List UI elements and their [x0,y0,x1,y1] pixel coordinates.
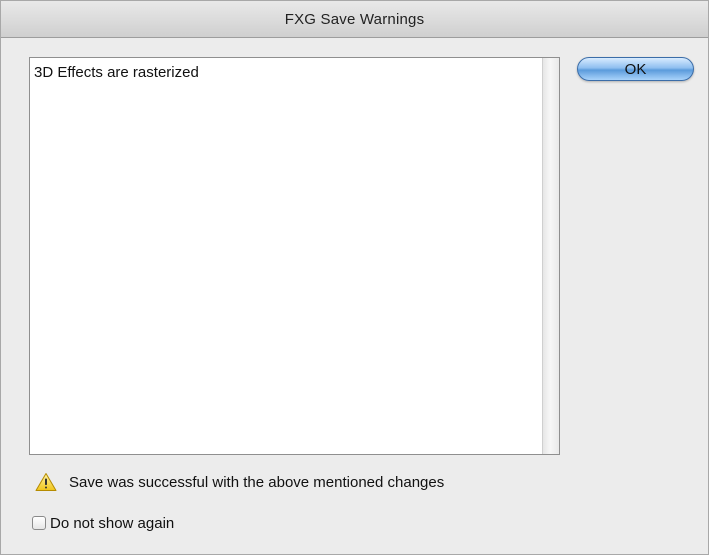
do-not-show-again-checkbox[interactable] [32,516,46,530]
warnings-list[interactable]: 3D Effects are rasterized [29,57,560,455]
title-bar[interactable]: FXG Save Warnings [1,1,708,38]
do-not-show-again-row[interactable]: Do not show again [32,512,174,534]
warnings-list-content: 3D Effects are rasterized [30,58,542,454]
warning-triangle-icon [35,473,57,491]
ok-button-label: OK [624,60,647,78]
window-title: FXG Save Warnings [284,10,425,28]
do-not-show-again-label[interactable]: Do not show again [50,515,174,532]
dialog-window: FXG Save Warnings 3D Effects are rasteri… [0,0,709,555]
ok-button[interactable]: OK [577,57,694,81]
status-message: Save was successful with the above menti… [69,473,445,491]
status-message-row: Save was successful with the above menti… [35,471,444,493]
list-item[interactable]: 3D Effects are rasterized [34,64,538,82]
vertical-scrollbar[interactable] [542,58,559,454]
